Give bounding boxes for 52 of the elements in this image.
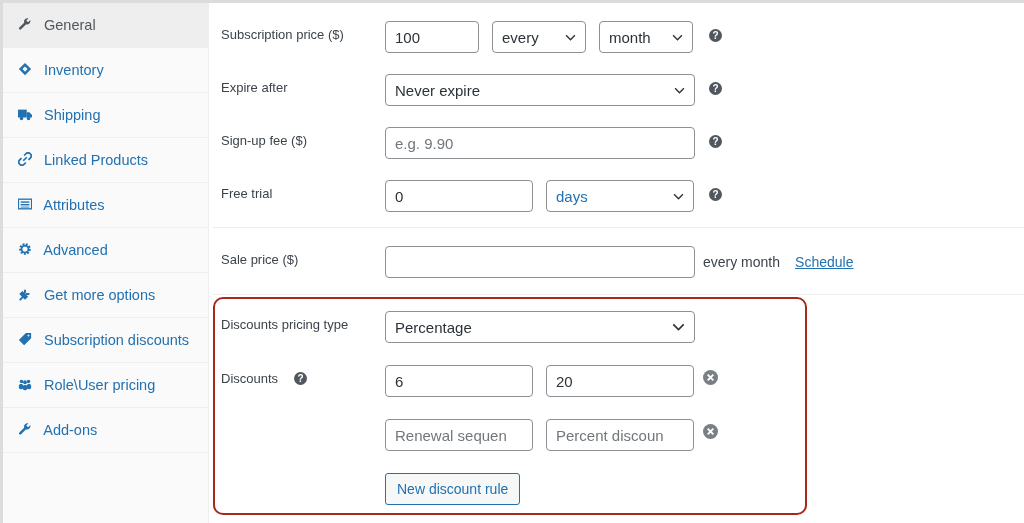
remove-icon[interactable] — [703, 370, 718, 385]
sidebar-tab[interactable]: General — [3, 3, 208, 48]
field-label: Discounts pricing type — [221, 316, 350, 332]
help-icon[interactable]: ? — [709, 188, 722, 201]
sidebar-tab[interactable]: Advanced — [3, 228, 208, 273]
link-icon — [18, 152, 32, 166]
sidebar-tab[interactable]: Subscription discounts — [3, 318, 208, 363]
trial-unit-select[interactable]: days — [546, 180, 694, 212]
chevron-down-icon — [673, 192, 684, 200]
field-label: Expire after — [221, 79, 289, 95]
sale-price-field[interactable] — [385, 246, 695, 278]
truck-icon — [18, 107, 32, 121]
help-icon[interactable]: ? — [709, 135, 722, 148]
field-label: Sign-up fee ($) — [221, 132, 308, 148]
list-icon — [18, 197, 32, 211]
renewal-sequence-field[interactable]: 6 — [385, 365, 533, 397]
help-icon[interactable]: ? — [709, 82, 722, 95]
sidebar-tab[interactable]: Linked Products — [3, 138, 208, 183]
sidebar-tab[interactable]: Shipping — [3, 93, 208, 138]
field-label: Free trial — [221, 185, 274, 201]
people-icon — [18, 377, 32, 391]
pricing-type-select[interactable]: Percentage — [385, 311, 695, 343]
signup-fee-field[interactable]: e.g. 9.90 — [385, 127, 695, 159]
sidebar-tab[interactable]: Role\User pricing — [3, 363, 208, 408]
sidebar-tab[interactable]: Inventory — [3, 48, 208, 93]
chevron-down-icon — [565, 33, 576, 41]
percent-discount-field[interactable]: Percent discoun — [546, 419, 694, 451]
renewal-sequence-field[interactable]: Renewal sequen — [385, 419, 533, 451]
help-icon[interactable]: ? — [294, 372, 308, 385]
wrench-icon — [18, 17, 32, 31]
percent-discount-field[interactable]: 20 — [546, 365, 694, 397]
remove-icon[interactable] — [703, 424, 718, 439]
sidebar-tab[interactable]: Get more options — [3, 273, 208, 318]
sidebar-tab[interactable]: Add-ons — [3, 408, 208, 453]
field-label: Sale price ($) — [221, 251, 300, 267]
trial-length-field[interactable]: 0 — [385, 180, 533, 212]
price-field[interactable]: 100 — [385, 21, 479, 53]
help-icon[interactable]: ? — [709, 29, 722, 42]
schedule-link[interactable]: Schedule — [795, 254, 854, 270]
period-text: every month — [703, 254, 781, 270]
expire-select[interactable]: Never expire — [385, 74, 695, 106]
gear-icon — [18, 242, 32, 256]
field-label: Subscription price ($) — [221, 26, 345, 42]
field-label: Discounts — [221, 371, 279, 386]
wrench-icon — [18, 422, 32, 436]
sidebar-tab[interactable]: Attributes — [3, 183, 208, 228]
period-select[interactable]: month — [599, 21, 693, 53]
interval-select[interactable]: every — [492, 21, 586, 53]
chevron-down-icon — [672, 33, 683, 41]
new-discount-rule-button[interactable]: New discount rule — [385, 473, 521, 505]
chevron-down-icon — [674, 86, 685, 94]
chevron-down-icon — [672, 323, 685, 331]
